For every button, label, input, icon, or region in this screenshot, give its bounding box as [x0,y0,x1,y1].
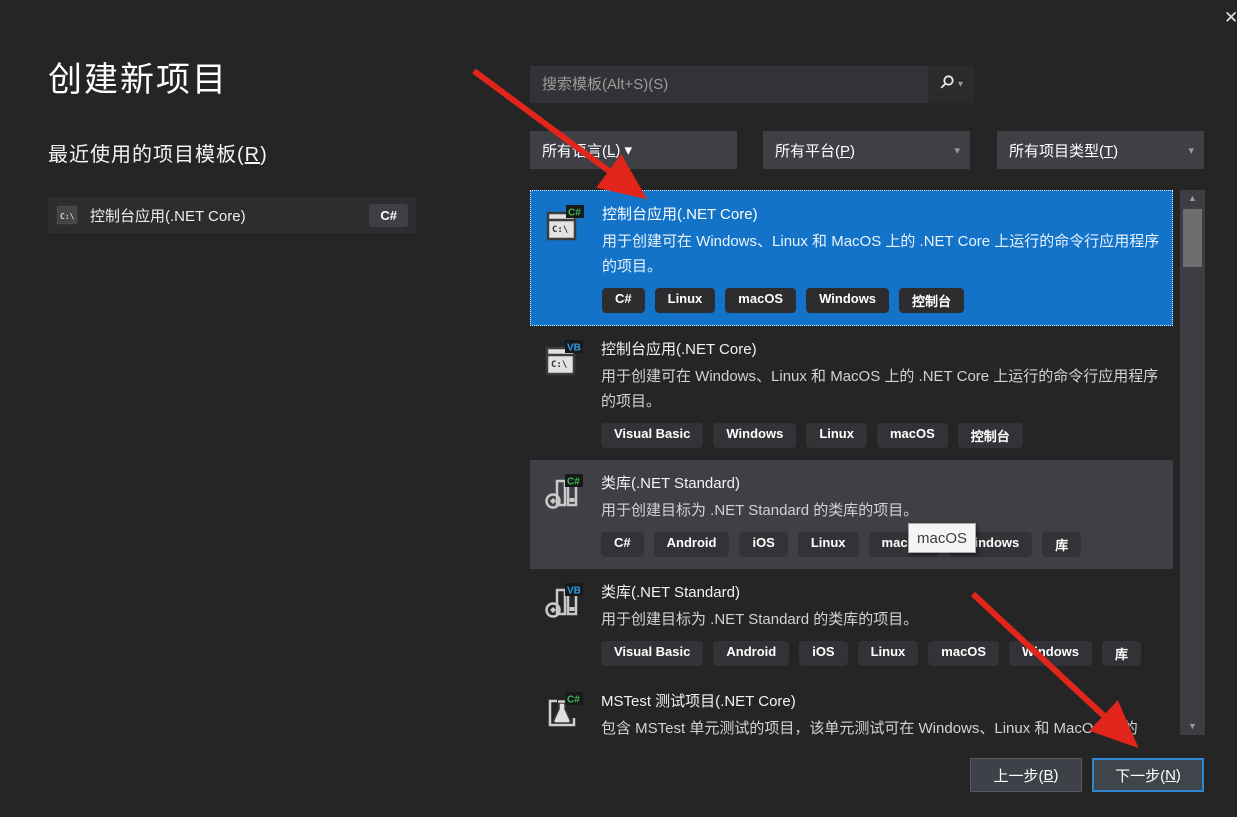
template-tag: macOS [725,288,796,313]
console-vb-icon: C:\VB [545,340,583,380]
svg-text:C#: C# [568,208,581,219]
template-list-item[interactable]: C# MSTest 测试项目(.NET Core) 包含 MSTest 单元测试… [530,678,1173,735]
recent-templates-heading: 最近使用的项目模板(R) [48,138,268,167]
library-csharp-icon: C# [545,474,583,514]
svg-text:VB: VB [567,586,581,597]
template-tag: Windows [806,288,889,313]
svg-text:C:\: C:\ [551,360,567,370]
template-list: C:\C# 控制台应用(.NET Core) 用于创建可在 Windows、Li… [530,190,1173,735]
create-new-project-dialog: ✕ 创建新项目 最近使用的项目模板(R) C:\ 控制台应用(.NET Core… [0,0,1237,817]
template-tag: Windows [713,423,796,448]
template-description: 用于创建可在 Windows、Linux 和 MacOS 上的 .NET Cor… [602,229,1160,279]
filter-language-dropdown[interactable]: 所有语言(L) ▾ [530,131,737,169]
template-tags: C# Linux macOS Windows 控制台 [602,288,1160,313]
search-icon-zone[interactable]: ▾ [928,66,974,103]
search-input[interactable] [530,66,928,103]
library-vb-icon: VB [545,583,583,623]
scrollbar-thumb[interactable] [1183,209,1202,267]
mstest-csharp-icon: C# [545,692,583,732]
template-description: 用于创建可在 Windows、Linux 和 MacOS 上的 .NET Cor… [601,364,1161,414]
recent-template-label: 控制台应用(.NET Core) [90,205,369,226]
svg-text:C:\: C:\ [60,212,75,221]
chevron-down-icon: ▾ [954,144,960,157]
template-tag: Windows [1009,641,1092,666]
template-tag: C# [601,532,644,557]
template-tag: macOS [928,641,999,666]
svg-text:C#: C# [567,695,580,706]
template-tag: Linux [806,423,867,448]
template-list-item[interactable]: C:\C# 控制台应用(.NET Core) 用于创建可在 Windows、Li… [530,190,1173,326]
back-button[interactable]: 上一步(B) [970,758,1082,792]
template-tag: Linux [655,288,716,313]
template-list-item[interactable]: VB 类库(.NET Standard) 用于创建目标为 .NET Standa… [530,569,1173,678]
template-tag: 控制台 [958,423,1023,448]
close-icon[interactable]: ✕ [1224,6,1237,30]
macos-tag-tooltip: macOS [908,523,976,553]
filter-platform-dropdown[interactable]: 所有平台(P) ▾ [763,131,970,169]
recent-template-language-badge: C# [369,204,408,227]
template-tag: 库 [1102,641,1141,666]
template-title: 控制台应用(.NET Core) [602,203,1160,224]
template-tag: iOS [739,532,787,557]
scroll-down-icon[interactable]: ▼ [1180,718,1205,735]
template-title: 类库(.NET Standard) [601,581,1161,602]
template-title: MSTest 测试项目(.NET Core) [601,690,1161,711]
scroll-up-icon[interactable]: ▲ [1180,190,1205,207]
template-tag: macOS [877,423,948,448]
template-tag: Visual Basic [601,641,703,666]
search-history-caret-icon[interactable]: ▾ [958,79,963,90]
search-box: ▾ [530,66,974,103]
recent-template-item[interactable]: C:\ 控制台应用(.NET Core) C# [48,197,416,233]
chevron-down-icon: ▾ [1188,144,1194,157]
filter-project-type-label: 所有项目类型(T) [1009,140,1188,161]
next-button[interactable]: 下一步(N) [1092,758,1204,792]
template-description: 包含 MSTest 单元测试的项目，该单元测试可在 Windows、Linux … [601,716,1161,735]
template-tag: 库 [1042,532,1081,557]
template-tag: Linux [798,532,859,557]
template-tags: C#AndroidiOSLinuxmacOSWindows库 [601,532,1161,557]
page-title: 创建新项目 [48,52,228,101]
template-tag: Linux [858,641,919,666]
template-tag: iOS [799,641,847,666]
svg-text:C:\: C:\ [552,225,568,235]
template-tags: Visual Basic Windows Linux macOS 控制台 [601,423,1161,448]
console-mini-icon: C:\ [56,204,78,226]
list-scrollbar[interactable]: ▲ ▼ [1180,190,1205,735]
template-tag: C# [602,288,645,313]
template-list-item[interactable]: C:\VB 控制台应用(.NET Core) 用于创建可在 Windows、Li… [530,326,1173,460]
template-title: 控制台应用(.NET Core) [601,338,1161,359]
svg-text:VB: VB [567,343,581,354]
console-csharp-icon: C:\C# [546,205,584,245]
template-list-item[interactable]: C# 类库(.NET Standard) 用于创建目标为 .NET Standa… [530,460,1173,569]
template-tag: Android [713,641,789,666]
search-icon[interactable] [939,74,955,95]
svg-text:C#: C# [567,477,580,488]
template-description: 用于创建目标为 .NET Standard 的类库的项目。 [601,607,1161,632]
filter-project-type-dropdown[interactable]: 所有项目类型(T) ▾ [997,131,1204,169]
template-tags: Visual Basic Android iOS Linux macOS Windows 库 [601,641,1161,666]
template-tag: Visual Basic [601,423,703,448]
template-tag: Android [654,532,730,557]
template-title: 类库(.NET Standard) [601,472,1161,493]
filter-platform-label: 所有平台(P) [775,140,954,161]
template-description: 用于创建目标为 .NET Standard 的类库的项目。 [601,498,1161,523]
template-tag: 控制台 [899,288,964,313]
